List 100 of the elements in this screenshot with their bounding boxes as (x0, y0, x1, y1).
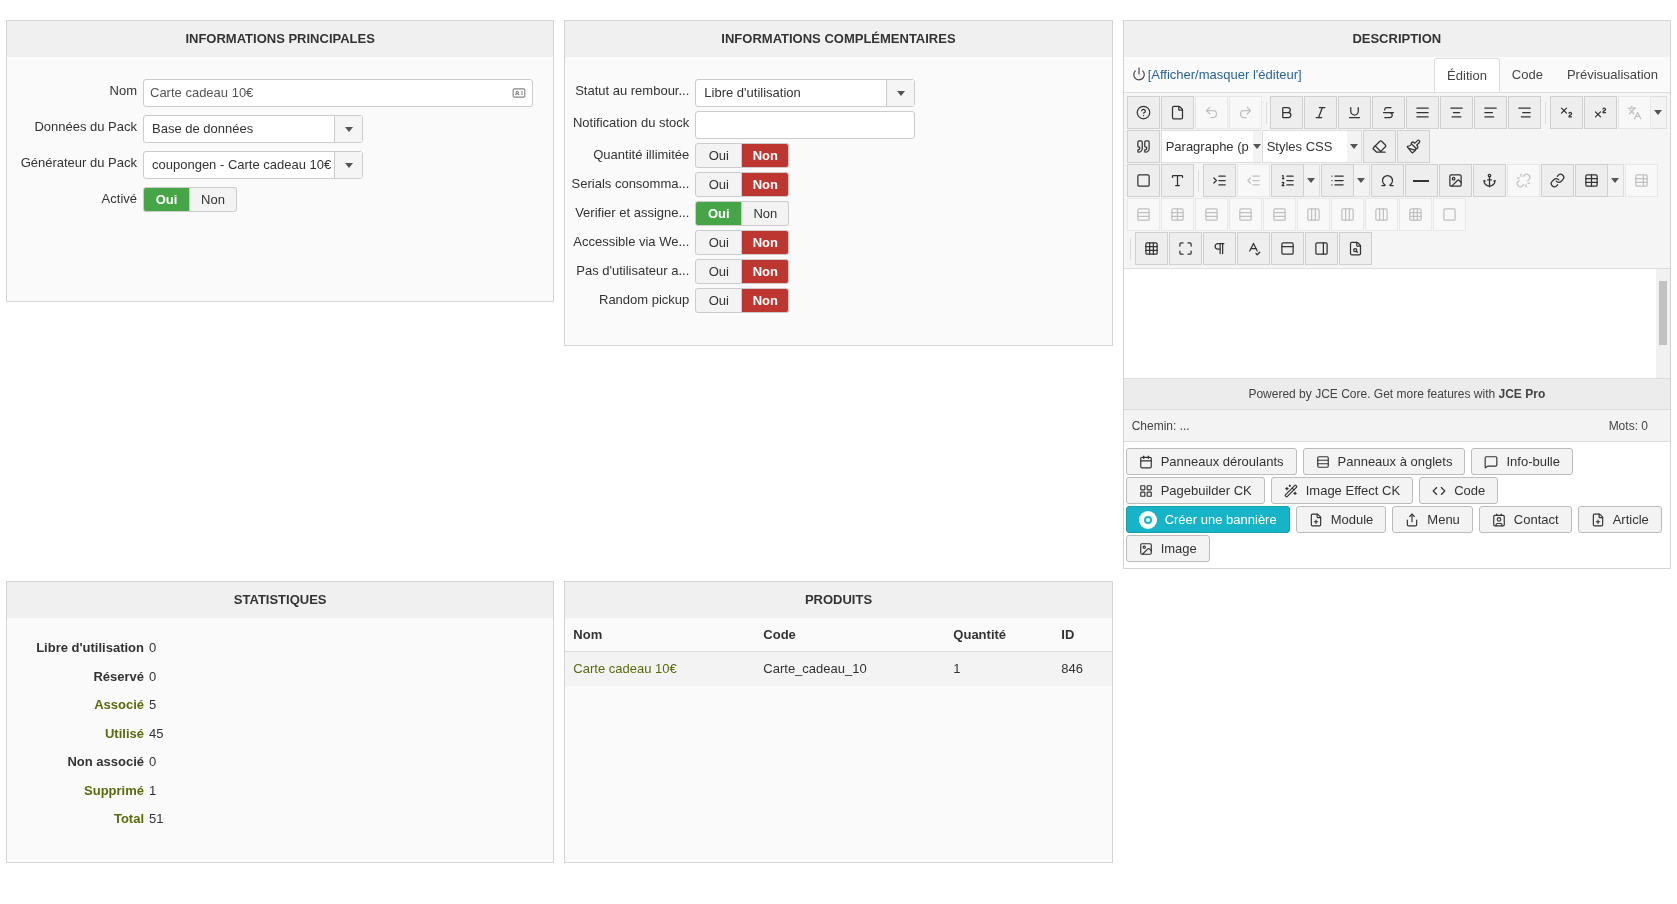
align-right-icon (1517, 105, 1533, 120)
caret-icon (1349, 144, 1358, 149)
stat-label: Non associé (66, 753, 144, 771)
toggle-option[interactable]: Oui (695, 172, 743, 197)
underline-icon (1347, 105, 1363, 120)
column-header: Quantité (953, 625, 1008, 644)
magic-wand-icon (1283, 483, 1298, 498)
editor-button[interactable]: Image Effect CK (1270, 477, 1414, 504)
editor-tab[interactable]: Code (1499, 58, 1555, 92)
toolbar-button[interactable] (1338, 232, 1372, 265)
toggle-option[interactable]: Non (742, 230, 790, 255)
column-header: ID (1061, 625, 1076, 644)
editor-button[interactable]: Contact (1478, 506, 1572, 533)
table-grid-icon (1407, 207, 1423, 222)
editor-button[interactable]: Panneaux à onglets (1302, 448, 1466, 475)
table-cell-text: 1 (953, 660, 962, 679)
text-field[interactable] (695, 111, 916, 139)
editor-select[interactable]: Paragraphe (p (1160, 130, 1261, 163)
toolbar-button[interactable] (1372, 96, 1406, 129)
toolbar-button[interactable] (1270, 96, 1304, 129)
editor-button[interactable]: Image (1125, 535, 1210, 562)
editor-button[interactable]: Pagebuilder CK (1125, 477, 1265, 504)
horizontal-rule-icon (1413, 179, 1430, 182)
table-column-icon (1305, 207, 1321, 222)
editor-button[interactable]: Menu (1392, 506, 1473, 533)
align-center-icon (1449, 105, 1465, 120)
file-plus-icon (1590, 512, 1605, 527)
toolbar-button[interactable] (1270, 164, 1304, 197)
toolbar-button[interactable] (1320, 164, 1354, 197)
toggle-option[interactable]: Non (742, 201, 790, 226)
toolbar-button[interactable] (1202, 232, 1236, 265)
toggle-option[interactable]: Non (742, 288, 790, 313)
omega-icon (1379, 173, 1395, 188)
new-document-icon (1169, 105, 1185, 120)
caret-icon (1307, 178, 1316, 183)
toolbar-button[interactable] (1126, 164, 1160, 197)
toggle-option[interactable]: Non (742, 259, 790, 284)
toolbar-button[interactable] (1126, 96, 1160, 129)
field-label: Accessible via We... (572, 233, 690, 251)
toggle-editor-link[interactable]: [Afficher/masquer l'éditeur] (1147, 64, 1302, 84)
toggle-option[interactable]: Non (742, 143, 790, 168)
editor-button[interactable]: Panneaux déroulants (1125, 448, 1297, 475)
toggle-option[interactable]: Oui (695, 288, 743, 313)
unlink-icon (1515, 173, 1531, 188)
table-row-icon (1271, 207, 1287, 222)
select-field[interactable]: coupongen - Carte cadeau 10€ (143, 151, 363, 179)
toolbar-button[interactable] (1540, 164, 1574, 197)
toolbar-button[interactable] (1160, 164, 1194, 197)
editor-button[interactable]: Code (1419, 477, 1499, 504)
select-field[interactable]: Libre d'utilisation (695, 79, 916, 107)
toolbar-button[interactable] (1474, 96, 1508, 129)
toggle-option[interactable]: Non (742, 172, 790, 197)
toolbar-button[interactable] (1396, 130, 1430, 163)
table-cell[interactable]: Carte cadeau 10€ (573, 659, 764, 679)
stat-label[interactable]: Total (7, 809, 144, 829)
accordion-icon (1138, 454, 1153, 469)
table-row-icon (1135, 207, 1151, 222)
toolbar-button[interactable] (1338, 96, 1372, 129)
toolbar-button[interactable] (1126, 130, 1160, 163)
toolbar-button[interactable] (1304, 232, 1338, 265)
toggle-option[interactable]: Oui (695, 143, 743, 168)
toolbar-button[interactable] (1472, 164, 1506, 197)
caret-icon (1357, 178, 1366, 183)
stat-label[interactable]: Associé (7, 695, 144, 715)
table-column-icon (1339, 207, 1355, 222)
editor-button[interactable]: Info-bulle (1471, 448, 1573, 475)
toggle-option[interactable]: Oui (695, 259, 743, 284)
toggle-option[interactable]: Oui (695, 230, 743, 255)
field-label: Nom (108, 82, 137, 100)
select-field[interactable]: Base de données (143, 115, 363, 143)
toolbar-button[interactable] (1406, 96, 1440, 129)
stat-label[interactable]: Utilisé (7, 723, 144, 743)
toolbar-button[interactable] (1160, 96, 1194, 129)
toolbar-button[interactable] (1270, 232, 1304, 265)
table-cell-icon (1441, 207, 1457, 222)
editor-tab[interactable]: Prévisualisation (1554, 58, 1670, 92)
stat-label[interactable]: Supprimé (7, 780, 144, 800)
text-field[interactable]: Carte cadeau 10€ (143, 79, 533, 107)
toolbar-button[interactable] (1362, 130, 1396, 163)
toolbar-button[interactable] (1438, 164, 1472, 197)
panel-title: INFORMATIONS COMPLÉMENTAIRES (721, 30, 956, 49)
editor-button[interactable]: Article (1577, 506, 1662, 533)
contact-card-icon (512, 86, 526, 100)
editor-select[interactable]: Styles CSS (1261, 130, 1362, 163)
caret-icon (1611, 178, 1620, 183)
toolbar-button[interactable] (1404, 164, 1438, 197)
editor-button[interactable]: Module (1295, 506, 1387, 533)
tabs-icon (1315, 454, 1330, 469)
editor-tab[interactable]: Édition (1434, 58, 1500, 92)
toolbar-button[interactable] (1134, 232, 1168, 265)
toggle-option[interactable]: Non (190, 187, 237, 212)
scrollbar[interactable] (1656, 269, 1670, 378)
toolbar-button[interactable] (1440, 96, 1474, 129)
toolbar-button[interactable] (1574, 164, 1608, 197)
fullscreen-icon (1177, 241, 1193, 256)
link-icon (1549, 173, 1565, 188)
toolbar-button[interactable] (1370, 164, 1404, 197)
toolbar-button[interactable] (1508, 96, 1542, 129)
stat-value: 0 (149, 667, 157, 686)
field-label: Statut au rembour... (574, 82, 690, 100)
